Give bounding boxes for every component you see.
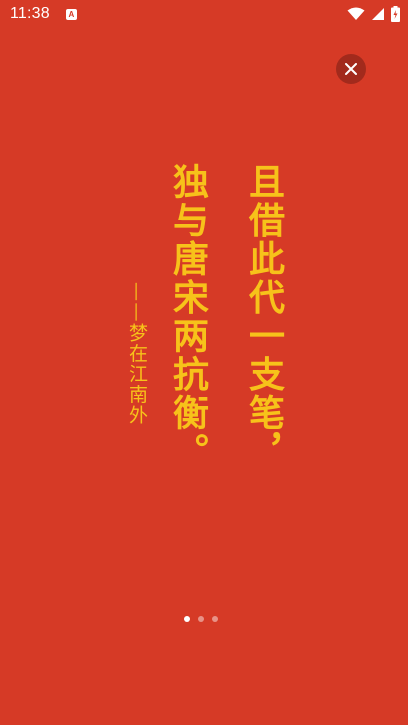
page-dot-2[interactable] xyxy=(198,616,204,622)
notification-a-icon: A xyxy=(65,8,77,20)
status-icons xyxy=(347,5,400,23)
poem-attribution: ——梦在江南外 xyxy=(126,282,148,426)
signal-icon xyxy=(372,8,384,20)
page-indicator xyxy=(184,616,218,622)
battery-icon xyxy=(391,6,400,22)
status-bar: 11:38 A xyxy=(0,0,408,28)
close-button[interactable] xyxy=(336,54,366,84)
page-dot-3[interactable] xyxy=(212,616,218,622)
page-dot-1[interactable] xyxy=(184,616,190,622)
close-icon xyxy=(345,63,357,75)
poem-line-2: 独与唐宋两抗衡。 xyxy=(167,163,209,471)
poem-line-1: 且借此代一支笔， xyxy=(243,163,285,471)
status-time: 11:38 xyxy=(10,5,50,22)
wifi-icon xyxy=(347,7,365,20)
